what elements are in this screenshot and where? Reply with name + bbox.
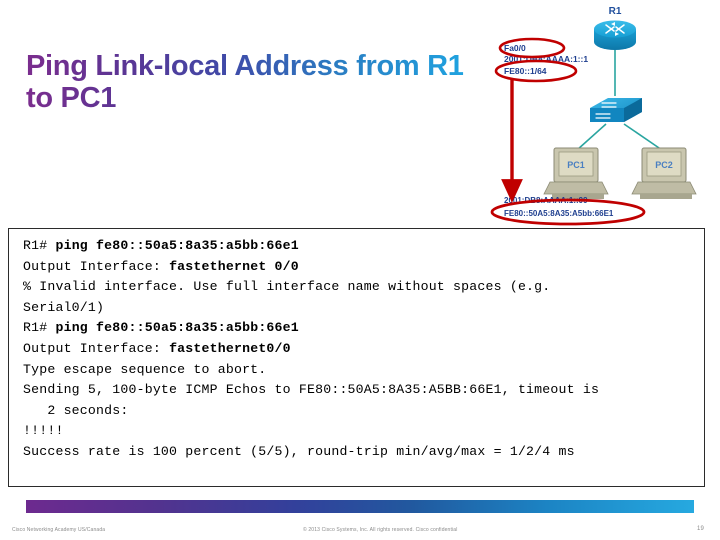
pc1-icon: PC1	[543, 147, 609, 199]
router-linklocal-address: FE80::1/64	[504, 66, 547, 76]
router-icon	[594, 20, 636, 50]
cli-line: R1# ping fe80::50a5:8a35:a5bb:66e1	[23, 236, 694, 257]
cli-text: Sending 5, 100-byte ICMP Echos to FE80::…	[23, 382, 600, 398]
link-switch-pc2	[623, 123, 663, 151]
cli-line: 2 seconds:	[23, 401, 694, 422]
pc1-linklocal-address: FE80::50A5:8A35:A5bb:66E1	[504, 209, 614, 218]
cli-line-list: R1# ping fe80::50a5:8a35:a5bb:66e1 Output…	[23, 236, 694, 463]
cli-output-box: R1# ping fe80::50a5:8a35:a5bb:66e1 Output…	[8, 228, 705, 487]
cli-text: 2 seconds:	[23, 402, 129, 418]
cli-line: Output Interface: fastethernet0/0	[23, 339, 694, 360]
cli-line: % Invalid interface. Use full interface …	[23, 277, 694, 298]
page-number: 19	[697, 526, 704, 532]
footer-left-text: Cisco Networking Academy US/Canada	[12, 527, 106, 533]
pc2-icon: PC2	[631, 147, 697, 199]
link-switch-pc1	[576, 123, 607, 151]
cli-text: Type escape sequence to abort.	[23, 361, 267, 377]
cli-text: !!!!!	[23, 423, 64, 439]
cli-text: Serial0/1)	[23, 299, 105, 315]
cli-text: % Invalid interface. Use full interface …	[23, 279, 551, 295]
cli-text: R1#	[23, 238, 56, 253]
cli-line: R1# ping fe80::50a5:8a35:a5bb:66e1	[23, 318, 694, 339]
router-label: R1	[609, 6, 622, 17]
footer-gradient-bar	[26, 500, 694, 513]
cli-text: R1#	[23, 320, 56, 336]
switch-icon	[590, 98, 642, 122]
cli-line: Sending 5, 100-byte ICMP Echos to FE80::…	[23, 380, 694, 401]
network-topology-diagram: R1 PC1 PC2 Fa0/0 2001:DB8:AAAA:1::1 FE80…	[490, 0, 720, 232]
cli-command: ping fe80::50a5:8a35:a5bb:66e1	[55, 238, 299, 253]
cli-command: fastethernet 0/0	[169, 258, 299, 274]
cli-text: Output Interface:	[23, 340, 170, 356]
page-title: Ping Link-local Address from R1 to PC1	[26, 50, 466, 115]
cli-text: Success rate is 100 percent (5/5), round…	[23, 443, 575, 459]
router-interface-label: Fa0/0	[504, 43, 526, 53]
cli-line: Type escape sequence to abort.	[23, 360, 694, 381]
cli-command: ping fe80::50a5:8a35:a5bb:66e1	[55, 320, 299, 336]
cli-line: Output Interface: fastethernet 0/0	[23, 257, 694, 278]
footer-copyright-text: © 2013 Cisco Systems, Inc. All rights re…	[303, 527, 458, 533]
cli-command: fastethernet0/0	[169, 340, 291, 356]
pc1-label: PC1	[567, 160, 585, 170]
cli-line: Serial0/1)	[23, 298, 694, 319]
cli-text: Output Interface:	[23, 258, 170, 274]
cli-line: !!!!!	[23, 421, 694, 442]
pc2-label: PC2	[655, 160, 673, 170]
cli-line: Success rate is 100 percent (5/5), round…	[23, 442, 694, 463]
